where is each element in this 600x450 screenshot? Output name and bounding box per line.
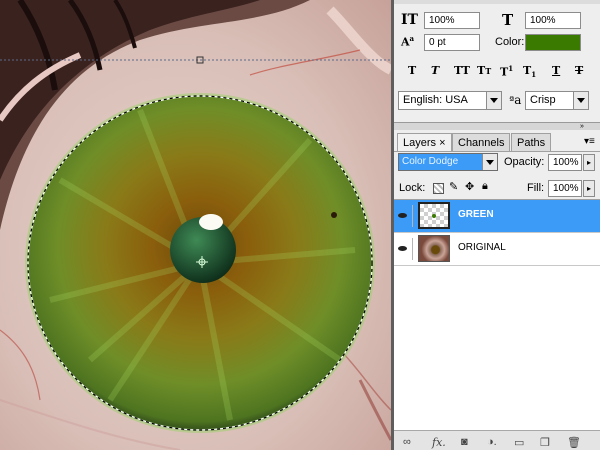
fill-field[interactable]: 100% bbox=[548, 180, 582, 197]
fill-label: Fill: bbox=[527, 182, 545, 194]
chevron-down-icon[interactable] bbox=[482, 154, 497, 170]
anti-alias-select[interactable]: Crisp bbox=[525, 91, 589, 110]
delete-layer-icon[interactable]: 🗑︎ bbox=[567, 436, 581, 449]
opacity-field[interactable]: 100% bbox=[548, 154, 582, 171]
eye-visibility-icon[interactable] bbox=[396, 205, 413, 227]
panel-menu-icon[interactable]: ▾≡ bbox=[584, 136, 595, 147]
document-canvas[interactable] bbox=[0, 0, 391, 450]
fill-arrow-icon[interactable]: ▸ bbox=[583, 180, 595, 197]
eye-photo bbox=[0, 0, 391, 450]
new-layer-icon[interactable]: ❐ bbox=[540, 436, 550, 449]
layer-row-green[interactable]: GREEN bbox=[394, 200, 600, 233]
blend-mode-value: Color Dodge bbox=[402, 156, 459, 167]
underline-icon[interactable]: T bbox=[552, 64, 560, 77]
chevron-down-icon[interactable] bbox=[573, 92, 588, 109]
lock-transparency-icon[interactable] bbox=[433, 183, 444, 194]
anti-alias-value: Crisp bbox=[530, 94, 556, 106]
panel-collapse-icon[interactable]: » bbox=[580, 123, 584, 130]
tab-channels[interactable]: Channels bbox=[452, 133, 511, 151]
layers-list: GREEN ORIGINAL bbox=[394, 200, 600, 430]
subscript-icon[interactable]: T1 bbox=[523, 64, 536, 79]
layer-name: GREEN bbox=[458, 209, 494, 220]
panels-dock: IT 100% T 100% Aa 0 pt Color: T T TT TT … bbox=[394, 0, 600, 450]
new-group-icon[interactable]: ▭ bbox=[514, 436, 524, 449]
lock-label: Lock: bbox=[399, 182, 426, 194]
layer-name: ORIGINAL bbox=[458, 242, 506, 253]
eye-visibility-icon[interactable] bbox=[396, 238, 413, 260]
layer-mask-icon[interactable]: ◙ bbox=[461, 436, 468, 448]
opacity-arrow-icon[interactable]: ▸ bbox=[583, 154, 595, 171]
link-layers-icon[interactable]: ∞ bbox=[403, 436, 411, 448]
baseline-shift-field[interactable]: 0 pt bbox=[424, 34, 480, 51]
layer-thumbnail-dot bbox=[432, 214, 436, 218]
tab-paths[interactable]: Paths bbox=[511, 133, 552, 151]
blend-mode-select[interactable]: Color Dodge bbox=[398, 153, 498, 171]
strikethrough-icon[interactable]: T bbox=[575, 64, 583, 77]
anti-alias-icon: ªa bbox=[509, 93, 522, 107]
vertical-text-scale-icon: IT bbox=[401, 12, 418, 28]
lock-image-icon[interactable]: ✎ bbox=[449, 180, 458, 193]
chevron-down-icon[interactable] bbox=[486, 92, 501, 109]
faux-italic-icon[interactable]: T bbox=[431, 64, 439, 77]
language-select[interactable]: English: USA bbox=[398, 91, 502, 110]
all-caps-icon[interactable]: TT bbox=[454, 64, 470, 77]
small-caps-icon[interactable]: TT bbox=[477, 64, 491, 77]
tab-layers[interactable]: Layers × bbox=[397, 133, 452, 152]
horizontal-text-scale-icon: T bbox=[502, 11, 514, 29]
vertical-scale-field[interactable]: 100% bbox=[424, 12, 480, 29]
faux-bold-icon[interactable]: T bbox=[408, 64, 416, 77]
color-label: Color: bbox=[495, 36, 525, 48]
superscript-icon[interactable]: T1 bbox=[500, 64, 513, 79]
horizontal-scale-field[interactable]: 100% bbox=[525, 12, 581, 29]
layer-thumbnail bbox=[418, 235, 450, 262]
opacity-label: Opacity: bbox=[504, 156, 545, 168]
lock-position-icon[interactable]: ✥ bbox=[465, 180, 474, 193]
layer-style-icon[interactable]: fx. bbox=[432, 436, 446, 449]
baseline-shift-icon: Aa bbox=[401, 34, 415, 49]
character-panel: IT 100% T 100% Aa 0 pt Color: T T TT TT … bbox=[394, 0, 600, 120]
text-color-swatch[interactable] bbox=[525, 34, 581, 51]
adjustment-layer-icon[interactable]: ◑. bbox=[487, 436, 497, 448]
lock-all-icon[interactable]: 🔒︎ bbox=[482, 180, 488, 193]
language-value: English: USA bbox=[403, 94, 468, 106]
layer-row-original[interactable]: ORIGINAL bbox=[394, 233, 600, 266]
